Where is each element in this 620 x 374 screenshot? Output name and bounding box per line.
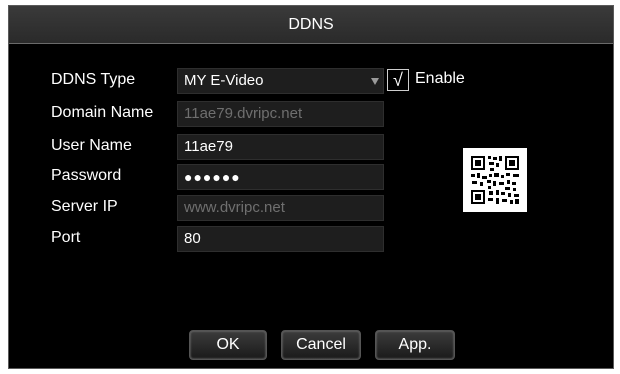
dropdown-arrow-icon[interactable] <box>371 78 379 85</box>
ddns-dialog: DDNS DDNS Type MY E-Video √ Enable Domai… <box>8 5 614 369</box>
ddns-type-label: DDNS Type <box>51 71 136 88</box>
password-field[interactable]: ●●●●●● <box>177 164 384 190</box>
apply-button[interactable]: App. <box>375 330 455 360</box>
ok-button[interactable]: OK <box>189 330 267 360</box>
dialog-title: DDNS <box>9 6 613 44</box>
port-label: Port <box>51 229 81 246</box>
qr-code-graphic <box>463 148 527 212</box>
user-name-row: User Name 11ae79 <box>51 134 391 160</box>
password-label: Password <box>51 167 122 184</box>
enable-checkbox[interactable]: √ <box>387 69 409 91</box>
qr-code-icon <box>463 148 527 212</box>
user-name-field[interactable]: 11ae79 <box>177 134 384 160</box>
server-ip-field[interactable]: www.dvripc.net <box>177 195 384 221</box>
domain-name-field[interactable]: 11ae79.dvripc.net <box>177 101 384 127</box>
port-row: Port 80 <box>51 226 391 252</box>
ddns-type-value: MY E-Video <box>184 72 264 89</box>
ddns-type-row: DDNS Type MY E-Video √ Enable <box>51 68 465 94</box>
server-ip-label: Server IP <box>51 198 118 215</box>
domain-name-row: Domain Name 11ae79.dvripc.net <box>51 101 391 127</box>
server-ip-row: Server IP www.dvripc.net <box>51 195 391 221</box>
password-row: Password ●●●●●● <box>51 164 391 190</box>
ddns-type-select[interactable]: MY E-Video <box>177 68 384 94</box>
domain-name-label: Domain Name <box>51 104 154 121</box>
cancel-button[interactable]: Cancel <box>281 330 361 360</box>
enable-label: Enable <box>415 70 465 87</box>
port-field[interactable]: 80 <box>177 226 384 252</box>
user-name-label: User Name <box>51 137 132 154</box>
